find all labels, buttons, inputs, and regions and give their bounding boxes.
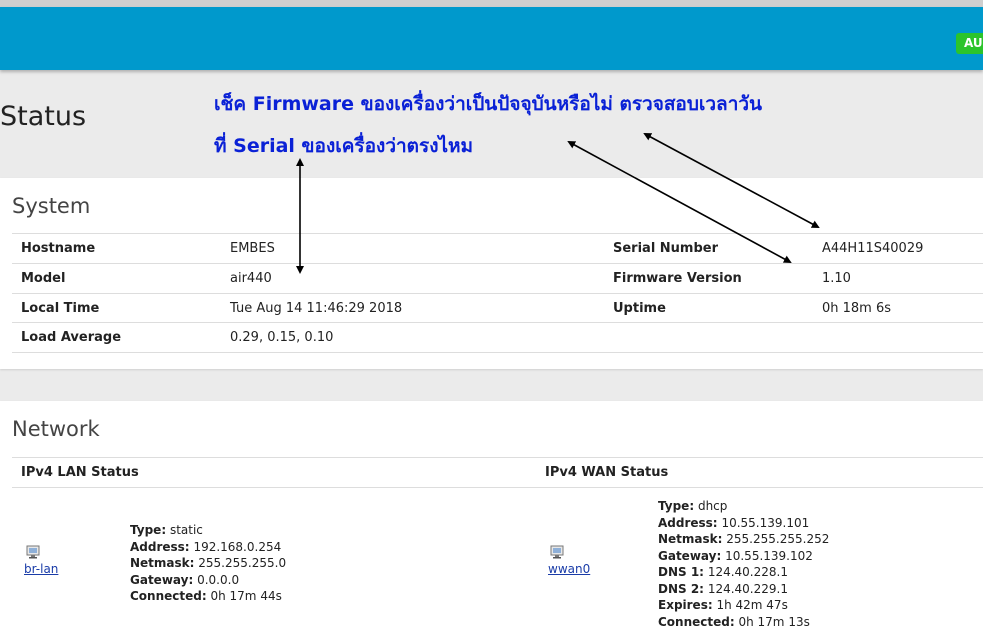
row-value: air440	[230, 271, 272, 286]
lan-field: Address: 192.168.0.254	[130, 539, 282, 554]
wan-field: Type: dhcp	[658, 499, 728, 513]
row-label: Firmware Version	[613, 271, 742, 286]
wan-field: Connected: 0h 17m 13s	[658, 614, 810, 629]
system-title: System	[12, 194, 91, 218]
row-value: 0.29, 0.15, 0.10	[230, 330, 334, 345]
lan-interface[interactable]: br-lan	[24, 545, 58, 576]
row-value: A44H11S40029	[822, 241, 924, 256]
wan-status-header: IPv4 WAN Status	[545, 465, 669, 480]
row-label: Load Average	[21, 330, 122, 345]
wan-field: Expires: 1h 42m 47s	[658, 598, 788, 612]
row-value: Tue Aug 14 11:46:29 2018	[230, 301, 403, 316]
lan-details: Type: static Address: 192.168.0.254 Netm…	[130, 522, 286, 605]
row-label: Uptime	[613, 301, 666, 316]
lan-field: Gateway: 0.0.0.0	[130, 572, 240, 587]
wan-field: Address: 10.55.139.101	[658, 515, 810, 530]
annotation-line-2: ที่ Serial ของเครื่องว่าตรงไหม	[214, 135, 474, 157]
annotation-line-1: เช็ค Firmware ของเครื่องว่าเป็นปัจจุบันห…	[214, 93, 763, 115]
system-panel: System Hostname EMBES Serial Number A44H…	[0, 178, 983, 369]
network-header-row: IPv4 LAN Status IPv4 WAN Status	[12, 457, 983, 488]
row-label: Model	[21, 271, 66, 286]
wan-details: Type: dhcp Address: 10.55.139.101 Netmas…	[658, 498, 829, 630]
top-strip	[0, 0, 983, 7]
network-interface-icon	[26, 545, 40, 559]
wan-interface-link[interactable]: wwan0	[548, 562, 590, 576]
wan-field: Gateway: 10.55.139.102	[658, 548, 813, 563]
header-bar: AU	[0, 7, 983, 70]
row-value: 1.10	[822, 271, 851, 286]
lan-field: Connected: 0h 17m 44s	[130, 589, 282, 603]
table-row: Hostname EMBES Serial Number A44H11S4002…	[12, 233, 983, 263]
network-interface-icon	[550, 545, 564, 559]
table-row: Local Time Tue Aug 14 11:46:29 2018 Upti…	[12, 293, 983, 323]
wan-field: DNS 2: 124.40.229.1	[658, 581, 788, 596]
row-value: 0h 18m 6s	[822, 301, 892, 316]
row-label: Serial Number	[613, 241, 719, 256]
wan-interface[interactable]: wwan0	[548, 545, 590, 576]
row-value: EMBES	[230, 241, 275, 256]
lan-status-header: IPv4 LAN Status	[21, 465, 139, 480]
auth-badge[interactable]: AU	[956, 33, 983, 54]
wan-field: Netmask: 255.255.255.252	[658, 532, 830, 546]
lan-field: Type: static	[130, 523, 203, 537]
network-panel: Network IPv4 LAN Status IPv4 WAN Status …	[0, 401, 983, 637]
table-row: Load Average 0.29, 0.15, 0.10	[12, 322, 983, 353]
lan-interface-link[interactable]: br-lan	[24, 562, 58, 576]
network-title: Network	[12, 417, 100, 441]
page-title: Status	[0, 101, 87, 132]
lan-field: Netmask: 255.255.255.0	[130, 556, 287, 570]
row-label: Hostname	[21, 241, 96, 256]
table-row: Model air440 Firmware Version 1.10	[12, 263, 983, 293]
wan-field: DNS 1: 124.40.228.1	[658, 565, 788, 579]
row-label: Local Time	[21, 301, 100, 316]
